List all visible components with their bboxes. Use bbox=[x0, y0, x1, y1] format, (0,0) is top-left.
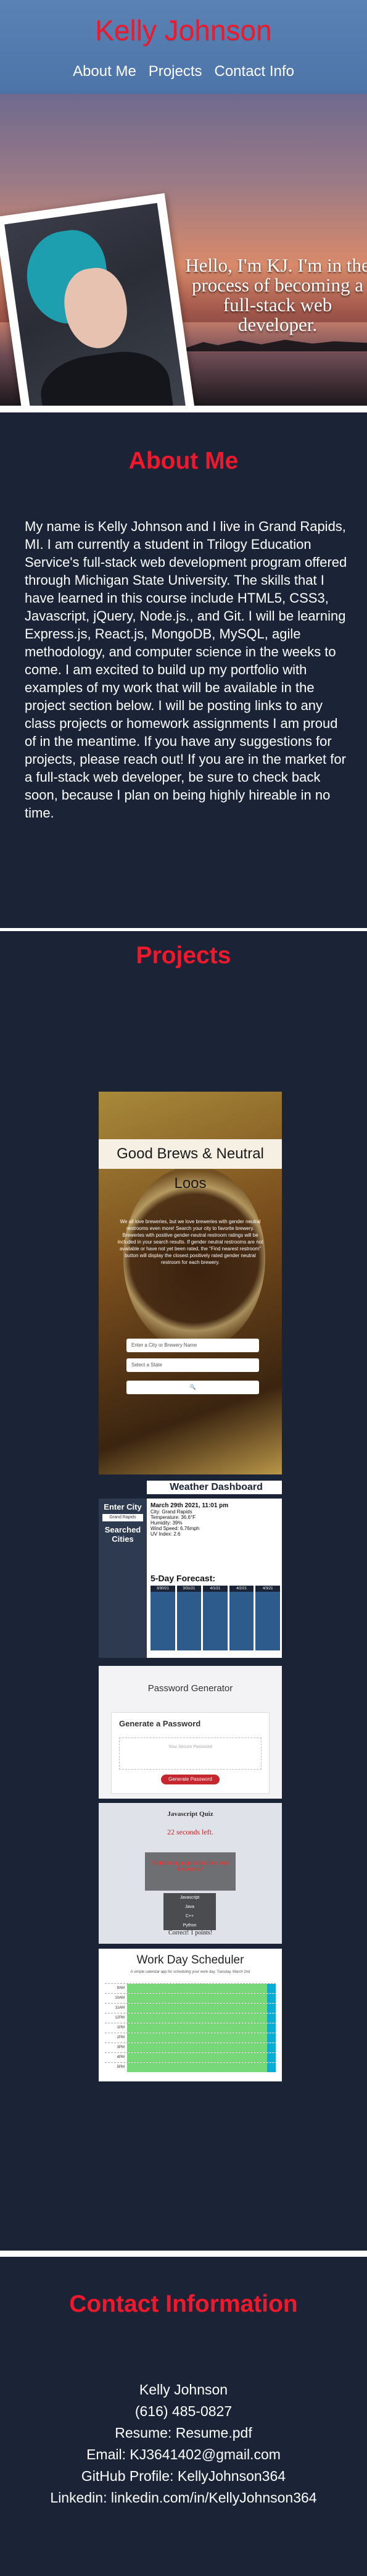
time-block: 1PM bbox=[105, 2023, 276, 2033]
quiz-result: Correct! 1 points! bbox=[168, 1930, 213, 1936]
forecast-day: 3/31/21 bbox=[176, 1586, 202, 1650]
site-header: Kelly Johnson About Me Projects Contact … bbox=[0, 0, 367, 94]
section-divider bbox=[0, 406, 367, 412]
weather-temp: Temperature: 36.6°F bbox=[151, 1515, 196, 1520]
time-block: 4PM bbox=[105, 2052, 276, 2062]
project-good-brews[interactable]: Good Brews & Neutral Loos We all love br… bbox=[99, 1092, 282, 1474]
quiz-title: Javascript Quiz bbox=[167, 1810, 213, 1818]
main-nav: About Me Projects Contact Info bbox=[0, 63, 367, 80]
forecast-day: 4/2/21 bbox=[229, 1586, 254, 1650]
hero-greeting: Hello, I'm KJ. I'm in the process of bec… bbox=[185, 254, 367, 335]
forecast-days: 3/30/21 3/31/21 4/1/21 4/2/21 4/3/21 bbox=[151, 1586, 280, 1650]
time-block: 2PM bbox=[105, 2033, 276, 2043]
about-text: My name is Kelly Johnson and I live in G… bbox=[25, 519, 347, 821]
save-icon[interactable] bbox=[267, 2053, 276, 2062]
profile-polaroid bbox=[0, 193, 204, 406]
time-block: 12PM bbox=[105, 2013, 276, 2023]
about-section: About Me My name is Kelly Johnson and I … bbox=[0, 412, 367, 928]
quiz-answer-button[interactable]: C++ bbox=[163, 1912, 216, 1921]
save-icon[interactable] bbox=[267, 2063, 276, 2072]
time-block: 5PM bbox=[105, 2062, 276, 2072]
time-block: 11AM bbox=[105, 2003, 276, 2013]
contact-title: Contact Information bbox=[69, 2291, 298, 2317]
nav-projects-link[interactable]: Projects bbox=[149, 63, 202, 80]
projects-section: Projects Good Brews & Neutral Loos We al… bbox=[0, 931, 367, 2298]
scheduler-title: Work Day Scheduler bbox=[136, 1954, 244, 1967]
nav-contact-link[interactable]: Contact Info bbox=[215, 63, 294, 80]
password-title: Password Generator bbox=[147, 1683, 233, 1694]
site-title: Kelly Johnson bbox=[95, 14, 272, 46]
save-icon[interactable] bbox=[267, 2033, 276, 2043]
searched-cities-label: Searched Cities bbox=[104, 1525, 141, 1544]
time-block: 3PM bbox=[105, 2043, 276, 2052]
forecast-title: 5-Day Forecast: bbox=[151, 1573, 216, 1583]
brews-title: Good Brews & Neutral Loos bbox=[99, 1139, 282, 1192]
contact-name: Kelly Johnson bbox=[139, 2382, 228, 2398]
scheduler-grid: 9AM 10AM 11AM 12PM 1PM 2PM 3PM 4PM 5PM bbox=[105, 1983, 276, 2072]
weather-city-input[interactable]: Grand Rapids bbox=[102, 1514, 143, 1521]
generate-password-button[interactable]: Generate Password bbox=[161, 1775, 220, 1784]
quiz-question: Which language is best for web browsers? bbox=[145, 1852, 236, 1891]
brews-city-input[interactable]: Enter a City or Brewery Name bbox=[126, 1339, 259, 1352]
password-card: Generate a Password Your Secure Password… bbox=[111, 1712, 270, 1794]
weather-current: March 29th 2021, 11:01 pm City: Grand Ra… bbox=[151, 1502, 280, 1537]
weather-city: City: Grand Rapids bbox=[151, 1509, 192, 1515]
hero-banner: Hello, I'm KJ. I'm in the process of bec… bbox=[0, 94, 367, 406]
profile-photo bbox=[4, 203, 188, 406]
weather-date: March 29th 2021, 11:01 pm bbox=[151, 1502, 229, 1509]
forecast-day: 3/30/21 bbox=[151, 1586, 175, 1650]
resume-link[interactable]: Resume: Resume.pdf bbox=[115, 2425, 252, 2441]
forecast-day: 4/1/21 bbox=[203, 1586, 228, 1650]
linkedin-link[interactable]: Linkedin: linkedin.com/in/KellyJohnson36… bbox=[50, 2490, 316, 2506]
weather-sidebar: Enter City Grand Rapids Searched Cities bbox=[99, 1499, 147, 1658]
save-icon[interactable] bbox=[267, 2023, 276, 2033]
time-block: 10AM bbox=[105, 1993, 276, 2003]
quiz-answer-button[interactable]: Java bbox=[163, 1902, 216, 1912]
project-work-day-scheduler[interactable]: Work Day Scheduler A simple calendar app… bbox=[99, 1949, 282, 2081]
project-password-generator[interactable]: Password Generator Generate a Password Y… bbox=[99, 1666, 282, 1799]
weather-wind: Wind Speed: 6.76mph bbox=[151, 1526, 200, 1531]
contact-phone: (616) 485-0827 bbox=[134, 2403, 233, 2419]
brews-description: We all love breweries, but we love brewe… bbox=[117, 1219, 263, 1265]
save-icon[interactable] bbox=[267, 1984, 276, 1993]
weather-humidity: Humidity: 39% bbox=[151, 1520, 183, 1526]
github-link[interactable]: GitHub Profile: KellyJohnson364 bbox=[81, 2468, 286, 2484]
project-javascript-quiz[interactable]: Javascript Quiz 22 seconds left. Which l… bbox=[99, 1803, 282, 1944]
scheduler-subtitle: A simple calendar app for scheduling you… bbox=[130, 1970, 250, 1974]
section-divider bbox=[0, 2251, 367, 2257]
project-weather-dashboard[interactable]: Weather Dashboard Enter City Grand Rapid… bbox=[99, 1478, 282, 1658]
save-icon[interactable] bbox=[267, 2014, 276, 2023]
save-icon[interactable] bbox=[267, 1994, 276, 2003]
nav-about-link[interactable]: About Me bbox=[73, 63, 136, 80]
password-output: Your Secure Password bbox=[119, 1738, 262, 1770]
forecast-day: 4/3/21 bbox=[255, 1586, 280, 1650]
brews-state-select[interactable]: Select a State bbox=[126, 1358, 259, 1372]
email-link[interactable]: Email: KJ3641402@gmail.com bbox=[86, 2446, 281, 2462]
contact-details: Kelly Johnson (616) 485-0827 Resume: Res… bbox=[0, 2379, 367, 2509]
contact-section: Contact Information Kelly Johnson (616) … bbox=[0, 2257, 367, 2576]
about-title: About Me bbox=[128, 448, 239, 474]
weather-title: Weather Dashboard bbox=[147, 1481, 282, 1494]
weather-uv: UV Index: 2.6 bbox=[151, 1531, 181, 1537]
projects-title: Projects bbox=[136, 942, 231, 969]
quiz-answer-button[interactable]: Python bbox=[163, 1921, 216, 1930]
save-icon[interactable] bbox=[267, 2043, 276, 2052]
quiz-timer: 22 seconds left. bbox=[167, 1828, 213, 1836]
enter-city-label: Enter City bbox=[104, 1502, 142, 1512]
time-block: 9AM bbox=[105, 1983, 276, 1993]
search-icon[interactable]: 🔍 bbox=[126, 1381, 259, 1394]
save-icon[interactable] bbox=[267, 2004, 276, 2013]
password-card-title: Generate a Password bbox=[119, 1719, 201, 1728]
quiz-answer-button[interactable]: Javascript bbox=[163, 1893, 216, 1902]
